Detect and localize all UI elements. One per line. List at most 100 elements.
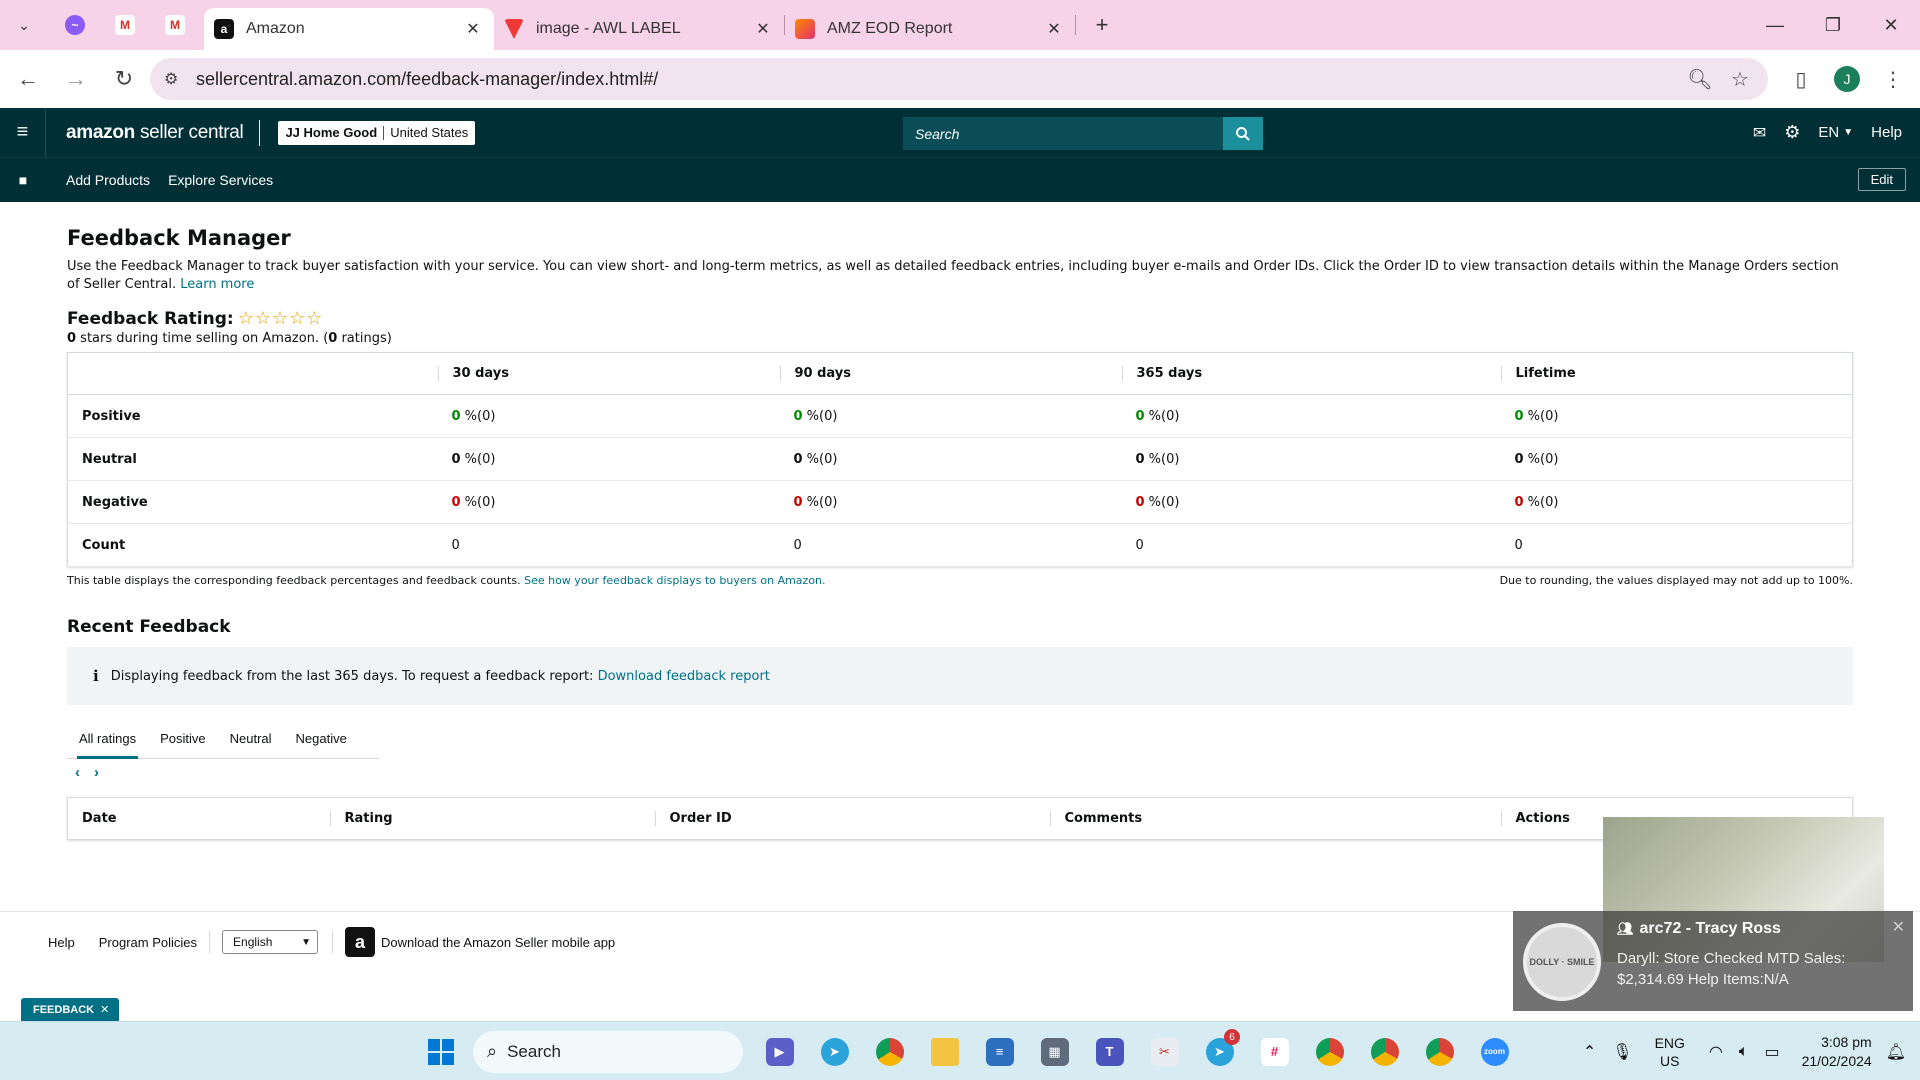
close-tab-icon[interactable]: ✕	[462, 19, 484, 39]
input-language[interactable]: ENG US	[1655, 1034, 1685, 1070]
chevron-up-icon[interactable]: ⌃	[1583, 1042, 1596, 1062]
table-notes: This table displays the corresponding fe…	[67, 574, 1853, 587]
footer-program-policies-link[interactable]: Program Policies	[99, 935, 197, 950]
chrome-active-icon[interactable]	[1417, 1029, 1462, 1074]
column-header-rating[interactable]: Rating	[329, 798, 655, 840]
nav-explore-services[interactable]: Explore Services	[168, 172, 273, 188]
table-row-neutral: Neutral 0 %(0) 0 %(0) 0 %(0) 0 %(0)	[67, 437, 1853, 481]
column-header-comments[interactable]: Comments	[1049, 798, 1501, 840]
browser-menu-icon[interactable]: ⋮	[1872, 58, 1914, 100]
volume-icon[interactable]: 🔈︎	[1739, 1043, 1749, 1061]
pinned-tab-gmail-1[interactable]: M	[100, 6, 150, 44]
table-cell: 0	[1500, 523, 1853, 567]
seller-central-logo[interactable]: amazon seller central	[66, 122, 244, 144]
bookmark-icon[interactable]: ■	[0, 172, 46, 188]
amazon-app-icon[interactable]: a	[345, 927, 376, 957]
chevron-right-icon[interactable]: ›	[94, 764, 99, 781]
system-clock[interactable]: 3:08 pm 21/02/2024	[1802, 1033, 1872, 1071]
pinned-tab-messenger[interactable]: ~	[50, 6, 100, 44]
hamburger-menu-icon[interactable]: ≡	[0, 108, 46, 157]
restore-icon[interactable]: ❐	[1804, 0, 1862, 50]
windows-start-icon[interactable]	[418, 1029, 463, 1074]
telegram-icon[interactable]: ➤	[812, 1029, 857, 1074]
tab-awl-label[interactable]: image - AWL LABEL ✕	[494, 8, 784, 50]
footer-help-link[interactable]: Help	[48, 935, 75, 950]
chat-notification-toast[interactable]: DOLLY · SMILE 👥︎ arc72 - Tracy Ross Daryl…	[1513, 911, 1913, 1011]
snipping-tool-icon[interactable]: ✂	[1142, 1029, 1187, 1074]
close-tab-icon[interactable]: ✕	[1043, 19, 1065, 39]
chrome-profile-icon[interactable]	[1362, 1029, 1407, 1074]
omnibox[interactable]: ⚙ sellercentral.amazon.com/feedback-mana…	[150, 58, 1768, 100]
footer-language-select[interactable]: English ▼	[222, 930, 319, 954]
row-label: Count	[67, 523, 438, 567]
settings-gear-icon[interactable]: ⚙	[1784, 122, 1800, 143]
slack-icon[interactable]: #	[1252, 1029, 1297, 1074]
notification-bell-icon[interactable]: 🔔︎	[1886, 1042, 1906, 1062]
bookmark-star-icon[interactable]: ☆	[1720, 59, 1760, 99]
notification-title: arc72 - Tracy Ross	[1639, 920, 1781, 937]
header-search-input[interactable]	[903, 117, 1223, 150]
tab-positive[interactable]: Positive	[148, 719, 218, 758]
column-header-label: Order ID	[654, 811, 1050, 826]
zoom-magnifier-icon[interactable]: 🔍︎	[1680, 59, 1720, 99]
chrome-icon[interactable]	[867, 1029, 912, 1074]
battery-icon[interactable]: ▭	[1764, 1042, 1779, 1062]
teams-meet-icon[interactable]: ▶	[757, 1029, 802, 1074]
new-tab-plus-icon[interactable]: +	[1084, 7, 1120, 43]
store-name: JJ Home Good	[285, 125, 378, 140]
language-selector[interactable]: EN ▼	[1818, 124, 1853, 141]
file-explorer-icon[interactable]	[922, 1029, 967, 1074]
forward-arrow-icon[interactable]: →	[54, 57, 98, 101]
search-button[interactable]	[1223, 117, 1263, 150]
mobile-app-link[interactable]: Download the Amazon Seller mobile app	[381, 935, 615, 950]
close-icon[interactable]: ✕	[100, 1003, 109, 1016]
edit-nav-button[interactable]: Edit	[1857, 168, 1906, 191]
table-cell: 0	[1121, 523, 1501, 567]
wifi-icon[interactable]: ◠	[1709, 1042, 1723, 1062]
messenger-icon: ~	[65, 15, 85, 35]
column-header-label: 30 days	[437, 366, 780, 381]
chrome-profile-icon[interactable]	[1307, 1029, 1352, 1074]
side-panel-icon[interactable]: ▯	[1780, 58, 1822, 100]
tab-neutral[interactable]: Neutral	[218, 719, 284, 758]
pagination: ‹ ›	[67, 764, 1853, 781]
learn-more-link[interactable]: Learn more	[180, 277, 254, 292]
notepad-icon[interactable]: ≡	[977, 1029, 1022, 1074]
browser-tabstrip: ⌄ ~ M M a Amazon ✕ image - AWL LABEL ✕ A…	[0, 0, 1920, 50]
close-notification-icon[interactable]: ✕	[1892, 917, 1905, 937]
tab-negative[interactable]: Negative	[284, 719, 359, 758]
zoom-icon[interactable]: zoom	[1472, 1029, 1517, 1074]
tab-search-chevron-icon[interactable]: ⌄	[6, 7, 42, 43]
minimize-icon[interactable]: —	[1746, 0, 1804, 50]
column-header-label: 365 days	[1121, 366, 1501, 381]
close-tab-icon[interactable]: ✕	[752, 19, 774, 39]
tab-amazon[interactable]: a Amazon ✕	[204, 8, 494, 50]
site-settings-icon[interactable]: ⚙	[164, 69, 178, 89]
reload-icon[interactable]: ↻	[102, 57, 146, 101]
info-icon: i	[93, 667, 99, 685]
feedback-widget-tab[interactable]: FEEDBACK ✕	[21, 998, 120, 1021]
buyer-display-link[interactable]: See how your feedback displays to buyers…	[524, 574, 825, 587]
nav-add-products[interactable]: Add Products	[66, 172, 150, 188]
taskbar-search-box[interactable]: ⌕ Search	[473, 1030, 743, 1073]
calculator-icon[interactable]: ▦	[1032, 1029, 1077, 1074]
url-text[interactable]: sellercentral.amazon.com/feedback-manage…	[196, 69, 1680, 90]
chevron-left-icon[interactable]: ‹	[75, 764, 80, 781]
telegram-desktop-icon[interactable]: ➤ 6	[1197, 1029, 1242, 1074]
recent-feedback-title: Recent Feedback	[67, 617, 231, 637]
help-link[interactable]: Help	[1871, 124, 1902, 141]
column-header-order-id[interactable]: Order ID	[654, 798, 1050, 840]
profile-avatar[interactable]: J	[1826, 58, 1868, 100]
microphone-icon[interactable]: 🎙︎	[1612, 1042, 1632, 1062]
column-header-date[interactable]: Date	[68, 798, 330, 840]
back-arrow-icon[interactable]: ←	[6, 57, 50, 101]
teams-icon[interactable]: T	[1087, 1029, 1132, 1074]
store-switcher[interactable]: JJ Home Good United States	[278, 120, 476, 145]
tab-amz-eod-report[interactable]: AMZ EOD Report ✕	[785, 8, 1075, 50]
mail-icon[interactable]: ✉	[1753, 123, 1766, 143]
amazon-icon: a	[214, 19, 234, 39]
close-window-icon[interactable]: ✕	[1862, 0, 1920, 50]
tab-all-ratings[interactable]: All ratings	[67, 719, 148, 759]
download-feedback-report-link[interactable]: Download feedback report	[598, 669, 770, 684]
pinned-tab-gmail-2[interactable]: M	[150, 6, 200, 44]
